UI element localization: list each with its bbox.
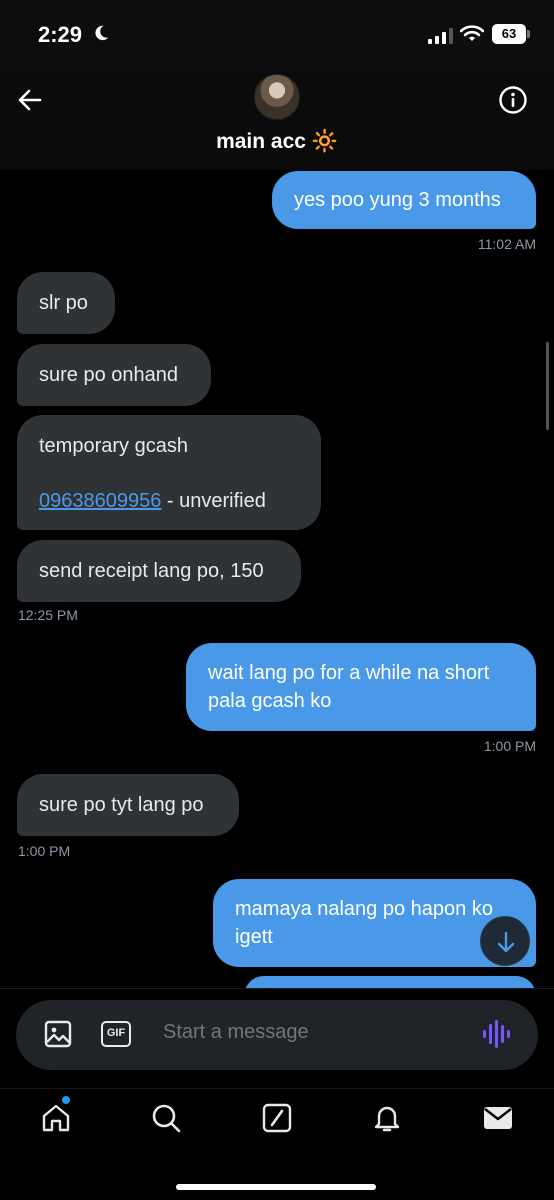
message-bubble-incoming[interactable]: send receipt lang po, 150	[17, 540, 301, 602]
message-text: igett	[235, 926, 273, 948]
message-text: slr po	[39, 292, 88, 314]
phone-number-link[interactable]: 09638609956	[39, 490, 161, 512]
moon-icon	[95, 25, 109, 41]
message-bubble-outgoing[interactable]: yes poo yung 3 months	[272, 171, 536, 229]
message-text: wait lang po for a while na short	[208, 662, 490, 684]
message-text: sure po tyt lang po	[39, 794, 204, 816]
message-text: yes poo yung 3 months	[294, 189, 501, 211]
battery-icon: 63	[492, 24, 526, 44]
avatar[interactable]	[254, 74, 300, 120]
grok-icon[interactable]	[261, 1102, 293, 1134]
message-bubble-outgoing[interactable]: wait lang po for a while na short pala g…	[186, 643, 536, 731]
notification-dot	[62, 1096, 70, 1104]
message-text: sure po onhand	[39, 364, 179, 386]
gif-icon[interactable]: GIF	[101, 1021, 131, 1047]
wifi-icon	[460, 25, 484, 41]
scroll-to-bottom-button[interactable]	[480, 916, 530, 966]
message-timestamp: 1:00 PM	[18, 843, 71, 859]
conversation-title[interactable]: main acc 🔆	[0, 130, 554, 154]
message-text: temporary gcash	[39, 435, 188, 457]
message-timestamp: 1:00 PM	[483, 738, 536, 754]
message-text: - unverified	[161, 490, 266, 512]
message-input[interactable]: Start a message	[163, 1021, 309, 1044]
home-icon[interactable]	[40, 1102, 72, 1134]
conversation-header: main acc 🔆	[0, 70, 554, 170]
voice-icon[interactable]	[482, 1018, 512, 1050]
search-icon[interactable]	[150, 1102, 182, 1134]
status-time: 2:29	[38, 22, 83, 47]
messages-icon[interactable]	[482, 1102, 514, 1134]
message-bubble-incoming[interactable]: sure po tyt lang po	[17, 774, 239, 836]
back-arrow-icon[interactable]	[16, 86, 44, 114]
message-text: mamaya nalang po hapon ko	[235, 898, 493, 920]
info-icon[interactable]	[498, 85, 528, 115]
scrollbar[interactable]	[546, 342, 549, 430]
message-timestamp: 12:25 PM	[18, 607, 78, 623]
message-text: send receipt lang po, 150	[39, 560, 264, 582]
image-icon[interactable]	[44, 1020, 72, 1048]
message-bubble-incoming[interactable]: sure po onhand	[17, 344, 211, 406]
message-text: pala gcash ko	[208, 690, 332, 712]
status-bar: 2:29 63	[0, 0, 554, 70]
message-timestamp: 11:02 AM	[477, 236, 536, 252]
message-bubble-incoming[interactable]: slr po	[17, 272, 115, 334]
notifications-icon[interactable]	[371, 1102, 403, 1134]
message-bubble-incoming[interactable]: temporary gcash 09638609956 - unverified	[17, 415, 321, 530]
home-indicator	[176, 1184, 376, 1190]
arrow-down-icon	[497, 931, 515, 953]
signal-icon	[428, 28, 453, 44]
battery-tip	[527, 30, 530, 38]
